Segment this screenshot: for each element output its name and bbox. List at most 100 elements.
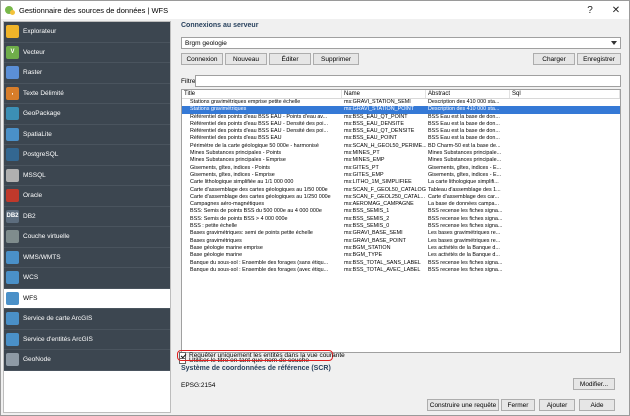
table-row[interactable]: Stations gravimétriques emprise petite é… [182,99,620,106]
table-row[interactable]: BSS: Semis de points BSS > 4 000 000e ms:… [182,216,620,223]
change-crs-button[interactable]: Modifier... [573,378,615,390]
table-body: Stations gravimétriques emprise petite é… [182,99,620,274]
connection-select[interactable]: Brgm geologie [181,37,621,49]
delete-connection-button[interactable]: Supprimer [313,53,359,65]
sidebar-item-vector[interactable]: V Vecteur [4,42,170,63]
filter-input[interactable] [195,75,621,87]
table-row[interactable]: Référentiel des points d'eau BSS EAU - P… [182,114,620,121]
sidebar-item-wfs[interactable]: WFS [4,288,170,309]
sidebar-item-label: Explorateur [23,28,57,36]
table-row[interactable]: Stations gravimétriques ms:GRAVI_STATION_… [182,106,620,114]
sidebar-item-delimited-text[interactable]: , Texte Délimité [4,83,170,104]
window-title: Gestionnaire des sources de données | WF… [19,5,169,15]
geonode-icon [6,353,19,367]
table-row[interactable]: Bases gravimétriques ms:GRAVI_BASE_POINT L… [182,238,620,245]
table-row[interactable]: Banque du sous-sol : Ensemble des forage… [182,267,620,274]
table-row[interactable]: Campagnes aéro-magnétiques ms:AEROMAG_CAM… [182,201,620,208]
filter-label: Filtre [181,78,196,85]
sidebar-item-arcgis-map[interactable]: Service de carte ArcGIS [4,309,170,330]
table-row[interactable]: Carte lithologique simplifiée au 1/1 000… [182,179,620,186]
table-row[interactable]: Base géologie marine emprise ms:BGM_STATI… [182,245,620,252]
table-cell: BSS: Semis de points BSS du 500 000e au … [190,208,322,215]
column-header-name[interactable]: Name [342,90,426,98]
table-cell: BD Charm-50 est la base de... [428,142,501,149]
table-row[interactable]: Référentiel des points d'eau BSS EAU ms:B… [182,135,620,142]
help-icon[interactable]: ? [577,1,603,19]
table-row[interactable]: Banque du sous-sol : Ensemble des forage… [182,260,620,267]
table-row[interactable]: Carte d'assemblage des cartes géologique… [182,194,620,201]
table-cell: Mines Substances principales - Points [190,150,282,157]
add-button[interactable]: Ajouter [539,399,575,411]
connect-button[interactable]: Connexion [181,53,223,65]
table-cell [510,157,620,164]
sidebar-item-label: SpatiaLite [23,130,52,138]
sidebar-item-geonode[interactable]: GeoNode [4,350,170,371]
wfs-icon [6,291,19,305]
table-cell [510,208,620,215]
sidebar-item-wcs[interactable]: WCS [4,268,170,289]
sidebar-item-oracle[interactable]: Oracle [4,186,170,207]
table-row[interactable]: Référentiel des points d'eau BSS EAU - D… [182,121,620,128]
table-cell: Les activités de la Banque d... [428,252,500,259]
arcgis-feature-icon [6,332,19,346]
sidebar-item-mssql[interactable]: MSSQL [4,165,170,186]
sidebar-item-db2[interactable]: DB2 DB2 [4,206,170,227]
only-extent-checkbox[interactable] [179,352,186,359]
sidebar-item-wms[interactable]: WMS/WMTS [4,247,170,268]
table-cell [510,121,620,128]
sidebar-item-label: Service d'entités ArcGIS [23,335,93,343]
table-row[interactable]: Mines Substances principales - Emprise ms… [182,157,620,164]
table-row[interactable]: Carte d'assemblage des cartes géologique… [182,187,620,194]
table-cell: Référentiel des points d'eau BSS EAU - D… [190,120,328,127]
table-cell [510,106,620,113]
table-cell: Référentiel des points d'eau BSS EAU - D… [190,128,328,135]
only-extent-option[interactable]: Requêter uniquement les entités dans la … [179,352,345,359]
table-row[interactable]: BSS : petite échelle ms:BSS_SEMIS_0 BSS re… [182,223,620,230]
new-connection-button[interactable]: Nouveau [225,53,267,65]
column-header-abstract[interactable]: Abstract [426,90,510,98]
table-row[interactable]: Base géologie marine ms:BGM_TYPE Les activ… [182,252,620,259]
sidebar-item-virtual-layer[interactable]: Couche virtuelle [4,227,170,248]
sidebar-item-arcgis-feature[interactable]: Service d'entités ArcGIS [4,329,170,350]
table-row[interactable]: Mines Substances principales - Points ms:… [182,150,620,157]
sidebar-item-folder[interactable]: Explorateur [4,22,170,43]
table-cell: ms:GITES_EMP [344,171,384,178]
table-cell: ms:GRAVI_STATION_SEMI [344,99,411,105]
table-cell: ms:BSS_SEMIS_0 [344,223,390,230]
save-connections-button[interactable]: Enregistrer [577,53,621,65]
sidebar-item-spatialite[interactable]: SpatiaLite [4,124,170,145]
table-cell: Description des 410 000 sta... [428,106,500,113]
sidebar-item-label: DB2 [23,212,36,220]
close-icon[interactable]: ✕ [603,1,629,19]
load-connections-button[interactable]: Charger [533,53,575,65]
table-cell: BSS recense les fiches signa... [428,259,503,266]
sidebar-item-label: PostgreSQL [23,151,59,159]
table-cell: ms:AEROMAG_CAMPAGNE [344,201,414,208]
table-cell [510,201,620,208]
table-cell: BSS Eau est la base de don... [428,120,500,127]
table-cell: ms:GRAVI_STATION_POINT [344,106,415,113]
sidebar-item-geopackage[interactable]: GeoPackage [4,104,170,125]
wms-icon [6,250,19,264]
table-row[interactable]: BSS: Semis de points BSS du 500 000e au … [182,208,620,215]
table-cell: ms:BSS_TOTAL_SANS_LABEL [344,259,421,266]
sidebar-item-raster[interactable]: Raster [4,63,170,84]
table-row[interactable]: Périmètre de la carte géologique 50 000e… [182,143,620,150]
table-row[interactable]: Gisements, gîtes, indices - Emprise ms:GI… [182,172,620,179]
table-cell [510,172,620,179]
build-query-button[interactable]: Construire une requête [427,399,499,411]
sidebar-item-postgresql[interactable]: PostgreSQL [4,145,170,166]
column-header-sql[interactable]: Sql [510,90,620,98]
close-button[interactable]: Fermer [501,399,535,411]
edit-connection-button[interactable]: Éditer [269,53,311,65]
table-cell: ms:MINES_PT [344,150,380,157]
sidebar-item-label: GeoPackage [23,110,61,118]
table-row[interactable]: Référentiel des points d'eau BSS EAU - D… [182,128,620,135]
help-button[interactable]: Aide [579,399,615,411]
table-cell: BSS recense les fiches signa... [428,223,503,230]
column-header-title[interactable]: Title [182,90,342,98]
table-row[interactable]: Bases gravimétriques: semi de points pet… [182,230,620,237]
table-row[interactable]: Gisements, gîtes, indices - Points ms:GIT… [182,165,620,172]
table-cell [510,238,620,245]
geopackage-icon [6,107,19,121]
